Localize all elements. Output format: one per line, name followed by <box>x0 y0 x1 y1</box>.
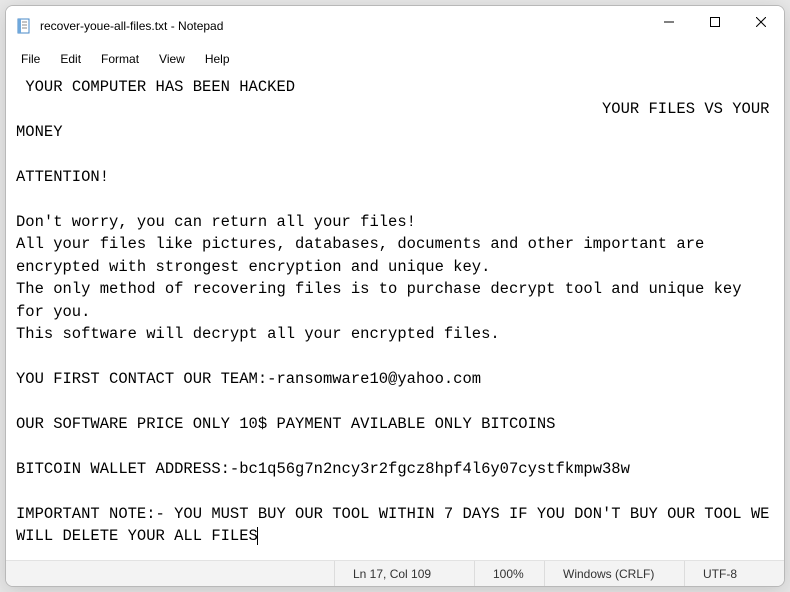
close-button[interactable] <box>738 6 784 38</box>
menu-bar: File Edit Format View Help <box>6 46 784 72</box>
menu-edit[interactable]: Edit <box>51 49 90 69</box>
status-bar: Ln 17, Col 109 100% Windows (CRLF) UTF-8 <box>6 560 784 586</box>
title-bar[interactable]: recover-youe-all-files.txt - Notepad <box>6 6 784 46</box>
menu-view[interactable]: View <box>150 49 194 69</box>
status-zoom: 100% <box>474 561 544 586</box>
window-title: recover-youe-all-files.txt - Notepad <box>40 19 223 33</box>
status-encoding: UTF-8 <box>684 561 784 586</box>
status-line-ending: Windows (CRLF) <box>544 561 684 586</box>
notepad-window: P recover-youe-all-files.txt - Notepad <box>5 5 785 587</box>
menu-format[interactable]: Format <box>92 49 148 69</box>
text-area[interactable]: YOUR COMPUTER HAS BEEN HACKED YOUR FILES… <box>6 72 784 560</box>
minimize-button[interactable] <box>646 6 692 38</box>
notepad-app-icon <box>16 18 32 34</box>
document-text: YOUR COMPUTER HAS BEEN HACKED YOUR FILES… <box>16 78 779 545</box>
maximize-button[interactable] <box>692 6 738 38</box>
window-controls <box>646 6 784 46</box>
menu-file[interactable]: File <box>12 49 49 69</box>
text-caret <box>257 527 258 545</box>
status-position: Ln 17, Col 109 <box>334 561 474 586</box>
menu-help[interactable]: Help <box>196 49 239 69</box>
